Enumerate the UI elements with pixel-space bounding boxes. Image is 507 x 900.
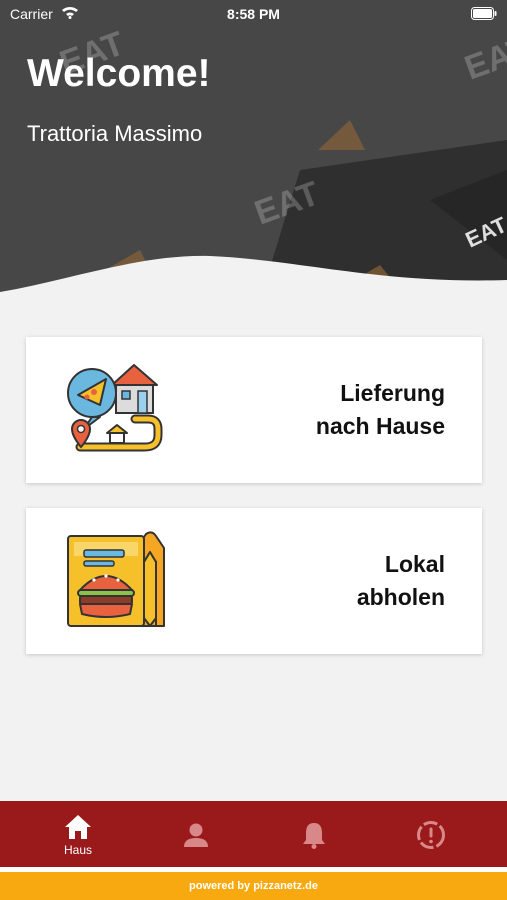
delivery-option-label: Lieferung nach Hause (316, 337, 445, 483)
profile-icon (184, 823, 208, 847)
powered-by-footer: powered by pizzanetz.de (0, 872, 507, 900)
tab-profile[interactable] (146, 801, 246, 867)
delivery-label-line2: nach Hause (315, 413, 445, 439)
header-banner: EAT EAT EAT EAT (0, 0, 507, 300)
restaurant-name: Trattoria Massimo (27, 121, 203, 146)
pickup-option-label: Lokal abholen (357, 508, 445, 654)
pickup-label-line1: Lokal (384, 551, 445, 577)
tab-bar: Haus (0, 801, 507, 867)
tab-home-label: Haus (63, 843, 92, 857)
header-wave (0, 255, 507, 300)
delivery-route-icon (67, 364, 163, 452)
page-title: Welcome! (27, 52, 211, 95)
takeaway-bag-icon (67, 531, 165, 627)
battery-icon (471, 7, 497, 20)
home-icon (65, 815, 91, 839)
info-icon (417, 821, 445, 849)
tab-home[interactable]: Haus (28, 801, 128, 867)
delivery-label-line1: Lieferung (340, 380, 445, 406)
bell-icon (303, 823, 325, 849)
clock: 8:58 PM (227, 6, 280, 22)
tab-notifications[interactable] (264, 801, 364, 867)
status-bar: Carrier 8:58 PM (0, 0, 507, 30)
tab-info[interactable] (381, 801, 481, 867)
pickup-option-card[interactable]: Lokal abholen (26, 508, 482, 654)
delivery-option-card[interactable]: Lieferung nach Hause (26, 337, 482, 483)
pickup-label-line2: abholen (356, 584, 445, 610)
